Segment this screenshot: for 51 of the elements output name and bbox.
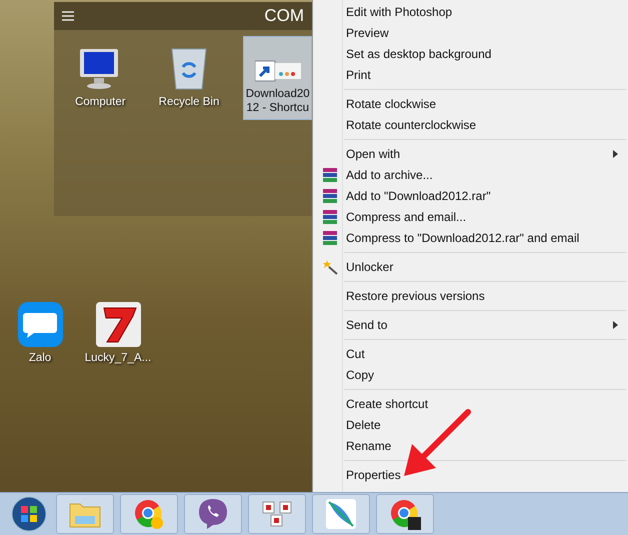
desktop-shortcut[interactable]: Recycle Bin [154, 36, 224, 120]
start-orb-icon [11, 496, 47, 532]
menu-item[interactable]: Create shortcut [313, 393, 628, 414]
desktop-shortcut[interactable]: Lucky_7_A... [82, 292, 154, 376]
menu-item[interactable]: Cut [313, 343, 628, 364]
phone-chat-icon [198, 498, 228, 530]
desktop-shortcut[interactable]: Computer [66, 36, 135, 120]
desktop-shortcut[interactable]: Download2012 - Shortcu [243, 36, 312, 120]
desktop-icon-label: Lucky_7_A... [84, 351, 152, 365]
menu-item[interactable]: Compress to "Download2012.rar" and email [313, 227, 628, 248]
menu-item[interactable]: Rename [313, 435, 628, 456]
menu-item[interactable]: Rotate clockwise [313, 93, 628, 114]
menu-item[interactable]: Preview [313, 22, 628, 43]
menu-item[interactable]: Restore previous versions [313, 285, 628, 306]
books-stack-icon [322, 166, 338, 182]
menu-item[interactable]: Properties [313, 464, 628, 485]
menu-item[interactable]: Open with [313, 143, 628, 164]
magic-wand-icon [322, 258, 338, 274]
menu-item[interactable]: Edit with Photoshop [313, 1, 628, 22]
menu-item[interactable]: Rotate counterclockwise [313, 114, 628, 135]
feather-icon [326, 499, 356, 529]
pointer-arrow-drawing [402, 408, 472, 478]
browser-badge-icon [389, 498, 421, 530]
books-stack-icon [322, 188, 338, 204]
keyboard-keys-icon [261, 500, 293, 528]
widget-title: COM [264, 5, 304, 28]
seven-numeral-icon [96, 302, 140, 347]
desktop-shortcut[interactable]: Zalo [4, 292, 76, 376]
desktop-icon-label: Recycle Bin [158, 95, 220, 109]
menu-item[interactable]: Copy [313, 364, 628, 385]
books-stack-icon [322, 208, 338, 224]
submenu-arrow-icon [613, 320, 618, 328]
menu-item[interactable]: Unlocker [313, 256, 628, 277]
menu-item[interactable]: Compress and email... [313, 206, 628, 227]
menu-item[interactable]: Send to [313, 314, 628, 335]
menu-item[interactable]: Delete [313, 414, 628, 435]
menu-item[interactable]: Set as desktop background [313, 43, 628, 64]
books-stack-icon [322, 230, 338, 246]
desktop-icon-label: Download2012 - Shortcu [244, 87, 311, 115]
desktop-icon-label: Computer [75, 95, 126, 109]
menu-item[interactable]: Print [313, 64, 628, 85]
menu-item[interactable]: Add to archive... [313, 164, 628, 185]
shortcut-icon [254, 59, 301, 83]
desktop-icon-label: Zalo [28, 351, 52, 365]
chat-app-icon [18, 302, 62, 347]
browser-icon [133, 498, 165, 530]
taskbar-button[interactable] [248, 494, 306, 534]
menu-item[interactable]: Add to "Download2012.rar" [313, 185, 628, 206]
menu-icon[interactable] [62, 11, 74, 21]
submenu-arrow-icon [613, 150, 618, 158]
taskbar-button[interactable] [376, 494, 434, 534]
